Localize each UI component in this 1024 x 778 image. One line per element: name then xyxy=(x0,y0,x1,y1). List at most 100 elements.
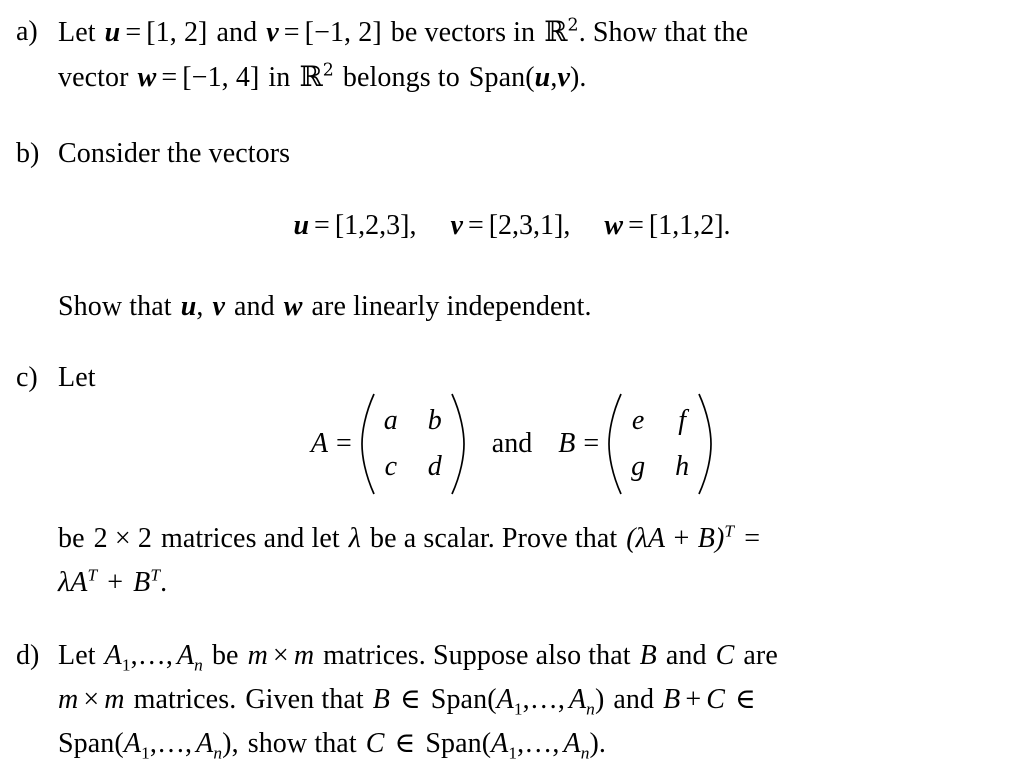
span-word-d3: Span xyxy=(425,728,482,759)
item-d-line-2: m × m matrices. Given that B ∈ Span(A1,…, An) and… xyxy=(58,678,1024,722)
matrix-b-name: B xyxy=(558,428,576,459)
matrices-word-d: matrices. xyxy=(133,684,237,715)
times-symbol-d2: × xyxy=(83,684,100,715)
be-word-c: be xyxy=(58,523,85,554)
transpose-superscript-a: T xyxy=(87,565,98,585)
item-d-period: . xyxy=(598,728,607,759)
claim-rhs-plus: + xyxy=(107,567,124,598)
span-a-sub-1-d1: 1 xyxy=(513,699,523,719)
matrix-b-equals: = xyxy=(583,428,600,459)
matrix-a-cells: a b c d xyxy=(376,405,450,483)
span-a-d4: A xyxy=(196,728,214,759)
exercise-item-b: b) Consider the vectors xyxy=(0,132,1024,176)
matrix-b-sym-d2: B xyxy=(372,684,390,715)
span-open-paren: ( xyxy=(525,62,535,93)
matrix-a-sym-d1: A xyxy=(104,640,122,671)
be-vectors-in-text: be vectors in xyxy=(390,17,536,48)
span-a-d2: A xyxy=(568,684,587,715)
claim-rhs-b: B xyxy=(133,567,151,598)
span-word: Span xyxy=(468,62,526,93)
real-field-symbol: ℝ2 xyxy=(544,15,579,48)
conclusion-u: u xyxy=(180,291,197,322)
comma-d: , xyxy=(231,728,239,759)
item-c-line-1: be 2 × 2 matrices and let λ be a scalar. Pro… xyxy=(0,517,1024,561)
vector-u-value: [1, 2] xyxy=(146,17,208,48)
span-arg-u: u xyxy=(534,62,551,93)
matrix-b-sym-d3: B xyxy=(663,684,681,715)
item-c-period: . xyxy=(160,567,168,598)
matrix-b-cell-0: e xyxy=(631,405,645,436)
matrix-a-sub-n: n xyxy=(194,655,203,675)
let-word-d: Let xyxy=(58,640,96,671)
span-a-d6: A xyxy=(563,728,581,759)
vector-w-value-b: [1,1,2]. xyxy=(648,210,731,241)
transpose-claim-lhs: (λA + B) xyxy=(626,523,725,554)
item-d-body: d) Let A1,…, An be m × m matrices. Suppose also… xyxy=(0,634,1024,766)
element-of-symbol-2: ∈ xyxy=(735,684,756,715)
item-a-label: a) xyxy=(16,16,38,47)
equals-sign-2: = xyxy=(283,17,300,48)
span-a-sub-1-d3: 1 xyxy=(508,743,518,763)
real-field-symbol-2: ℝ2 xyxy=(299,60,334,93)
span-a-sub-n-d2: n xyxy=(213,743,223,763)
matrices-conjunction: and xyxy=(491,428,533,459)
item-b-intro: Consider the vectors xyxy=(58,138,291,169)
field-exponent-2: 2 xyxy=(322,60,334,81)
matrix-a-cell-2: c xyxy=(384,451,397,482)
item-b-conclusion-row: Show that u, v and w are linearly independent… xyxy=(0,285,1024,329)
and-word-d: and xyxy=(665,640,707,671)
conclusion-and: and xyxy=(234,291,275,322)
equals-u-b: = xyxy=(314,210,330,241)
vector-v-symbol: v xyxy=(266,17,279,48)
item-b-body: b) Consider the vectors xyxy=(0,132,1024,176)
matrix-a-right-paren xyxy=(450,392,466,496)
span-a-sub-1-d2: 1 xyxy=(141,743,150,763)
span-arg-v: v xyxy=(557,62,570,93)
span-close-paren: ) xyxy=(569,62,580,93)
ellipsis-d1: ,…, xyxy=(130,640,173,671)
vector-u-value-b: [1,2,3], xyxy=(334,210,417,241)
vector-w-symbol: w xyxy=(137,62,157,93)
item-a-line-1: Let u = [1, 2] and v = [−1, 2] be vectors in ℝ2. … xyxy=(58,10,1024,55)
vector-u-symbol: u xyxy=(104,17,121,48)
vector-u-symbol-b: u xyxy=(293,210,310,241)
m-symbol-d1: m xyxy=(247,640,268,671)
equals-w-b: = xyxy=(628,210,644,241)
show-that-d: show that xyxy=(247,728,357,759)
span-word-d1: Span xyxy=(430,684,488,715)
scalar-phrase-c: be a scalar. Prove that xyxy=(370,523,618,554)
item-a-body: a) Let u = [1, 2] and v = [−1, 2] be vectors in ℝ… xyxy=(0,10,1024,100)
matrix-b: e f g h xyxy=(607,392,713,496)
conclusion-comma: , xyxy=(196,291,204,322)
matrix-b-cell-3: h xyxy=(675,451,690,482)
span-open-d1: ( xyxy=(487,684,497,715)
show-that-the-text: . Show that the xyxy=(578,17,749,48)
item-d-label: d) xyxy=(16,640,40,671)
matrices-suppose-text: matrices. Suppose also that xyxy=(323,640,631,671)
span-open-d3: ( xyxy=(481,728,492,759)
and-word-d2: and xyxy=(613,684,655,715)
matrix-dimension-c: 2 × 2 xyxy=(93,523,152,554)
exercise-item-d: d) Let A1,…, An be m × m matrices. Suppose also… xyxy=(0,634,1024,766)
vector-v-symbol-b: v xyxy=(450,210,463,241)
given-that-text: Given that xyxy=(245,684,364,715)
item-b-equation-row: u = [1,2,3], v = [2,3,1], w = [1,1,2]. xyxy=(0,204,1024,248)
span-ellipsis-d3: ,…, xyxy=(517,728,560,759)
conclusion-w: w xyxy=(283,291,303,322)
matrix-c-sym-d2: C xyxy=(706,684,726,715)
span-word-d2: Span xyxy=(58,728,115,759)
m-symbol-d3: m xyxy=(58,684,79,715)
span-close-d3: ) xyxy=(589,728,599,759)
matrices-and-let-c: matrices and let xyxy=(160,523,340,554)
are-word-d: are xyxy=(743,640,778,671)
matrix-a-name: A xyxy=(310,428,328,459)
span-close-d2: ) xyxy=(222,728,232,759)
matrix-b-left-paren xyxy=(607,392,623,496)
vector-w-value: [−1, 4] xyxy=(182,62,260,93)
item-d-line-1: Let A1,…, An be m × m matrices. Suppose also th… xyxy=(58,634,1024,678)
matrix-definitions: A = a b c d and B = e f g h xyxy=(0,392,1024,496)
item-b-conclusion: Show that u, v and w are linearly independent… xyxy=(0,285,1024,329)
matrix-a-cell-3: d xyxy=(427,451,442,482)
exercise-page: a) Let u = [1, 2] and v = [−1, 2] be vectors in ℝ… xyxy=(0,0,1024,778)
span-open-d2: ( xyxy=(114,728,124,759)
